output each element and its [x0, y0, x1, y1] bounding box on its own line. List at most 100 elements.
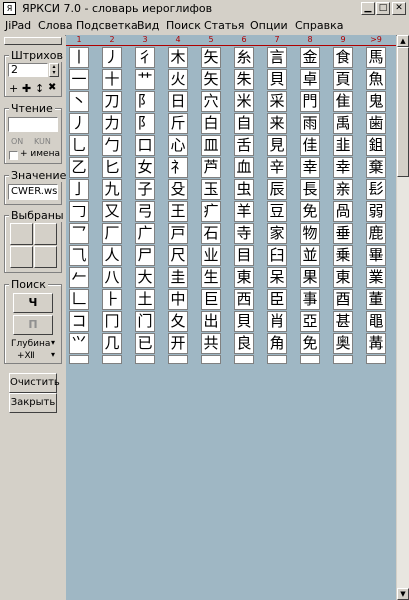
chosen-slot[interactable]	[34, 246, 57, 268]
stroke-count-header[interactable]: 1	[64, 35, 94, 45]
radical-cell[interactable]: 芦	[201, 157, 221, 178]
radical-cell[interactable]: 肖	[267, 311, 287, 332]
radical-cell[interactable]: 勹	[102, 135, 122, 156]
arrows-icon[interactable]: ↕	[35, 82, 44, 95]
minimize-button[interactable]: ▁	[361, 2, 375, 15]
depth-symbol-dropdown-icon[interactable]: ▾	[51, 350, 55, 359]
radical-cell[interactable]: 厂	[102, 223, 122, 244]
radical-cell[interactable]: 大	[135, 267, 155, 288]
radical-cell[interactable]: 斤	[168, 113, 188, 134]
radical-cell[interactable]: 采	[267, 91, 287, 112]
radical-cell[interactable]: 𠂉	[69, 267, 89, 288]
radical-cell[interactable]: 尸	[135, 245, 155, 266]
radical-cell[interactable]: 乚	[69, 135, 89, 156]
radical-cell[interactable]: 門	[300, 91, 320, 112]
radical-cell[interactable]: 玉	[201, 179, 221, 200]
radical-cell[interactable]: 物	[300, 223, 320, 244]
radical-cell[interactable]: 丨	[69, 47, 89, 68]
radical-cell[interactable]: 心	[168, 135, 188, 156]
radical-cell[interactable]: 良	[234, 333, 254, 354]
radical-cell[interactable]: 阝	[135, 91, 155, 112]
menu-highlight[interactable]: Подсветка	[75, 19, 139, 32]
radical-cell[interactable]: 免	[300, 201, 320, 222]
radical-cell[interactable]: 辰	[267, 179, 287, 200]
menu-jipad[interactable]: JiPad	[4, 19, 32, 32]
radical-cell[interactable]: 丿	[102, 47, 122, 68]
radical-cell[interactable]: 日	[168, 91, 188, 112]
radical-cell[interactable]: 石	[201, 223, 221, 244]
meaning-input[interactable]: CWER.ws	[8, 184, 58, 200]
cross-plus-icon[interactable]: ✚	[22, 82, 31, 95]
radical-cell[interactable]: 白	[201, 113, 221, 134]
chosen-slot[interactable]	[10, 223, 33, 245]
radical-cell[interactable]: 彳	[135, 47, 155, 68]
radical-cell[interactable]: 歯	[366, 113, 386, 134]
radical-cell[interactable]: 阝	[135, 113, 155, 134]
radical-cell[interactable]: 乙	[69, 157, 89, 178]
radical-cell[interactable]: 臼	[267, 245, 287, 266]
menu-help[interactable]: Справка	[294, 19, 344, 32]
radical-cell[interactable]: 又	[102, 201, 122, 222]
radical-cell[interactable]: 貝	[267, 69, 287, 90]
maximize-button[interactable]: □	[376, 2, 390, 15]
stroke-count-header[interactable]: 5	[196, 35, 226, 45]
radical-cell[interactable]: 呆	[267, 267, 287, 288]
radical-cell[interactable]: 中	[168, 289, 188, 310]
radical-cell[interactable]: 土	[135, 289, 155, 310]
radical-cell[interactable]: 力	[102, 113, 122, 134]
kun-toggle[interactable]: KUN	[34, 137, 51, 146]
radical-cell[interactable]: 髟	[366, 179, 386, 200]
radical-cell[interactable]: 鹿	[366, 223, 386, 244]
radical-cell[interactable]: 羊	[234, 201, 254, 222]
radical-cell[interactable]: 貝	[234, 311, 254, 332]
strokes-input[interactable]: 2	[8, 63, 48, 77]
radical-cell-partial[interactable]	[300, 355, 320, 364]
radical-cell[interactable]: 几	[102, 333, 122, 354]
chosen-slot[interactable]	[34, 223, 57, 245]
radical-cell[interactable]: 尺	[168, 245, 188, 266]
radical-cell[interactable]: 𠃌	[69, 201, 89, 222]
radical-cell[interactable]: 禹	[333, 113, 353, 134]
stroke-count-header[interactable]: 8	[295, 35, 325, 45]
radical-cell[interactable]: 乛	[69, 223, 89, 244]
radical-cell[interactable]: 家	[267, 223, 287, 244]
radical-cell[interactable]: 長	[300, 179, 320, 200]
stroke-count-header[interactable]: 7	[262, 35, 292, 45]
radical-cell[interactable]: ⺊	[102, 289, 122, 310]
radical-cell[interactable]: 口	[135, 135, 155, 156]
radical-cell[interactable]: 鉏	[366, 135, 386, 156]
stroke-count-header[interactable]: >9	[361, 35, 391, 45]
radical-cell[interactable]: 矢	[201, 69, 221, 90]
menu-search[interactable]: Поиск	[165, 19, 202, 32]
radical-cell[interactable]: 殳	[168, 179, 188, 200]
reading-input[interactable]	[8, 117, 58, 132]
menu-options[interactable]: Опции	[249, 19, 289, 32]
close-button[interactable]: ✕	[392, 2, 406, 15]
radical-cell[interactable]: 自	[234, 113, 254, 134]
radical-cell[interactable]: 冂	[102, 311, 122, 332]
radical-cell[interactable]: 十	[102, 69, 122, 90]
radical-cell[interactable]: 卓	[300, 69, 320, 90]
radical-cell[interactable]: 目	[234, 245, 254, 266]
radical-cell[interactable]: 甚	[333, 311, 353, 332]
radical-cell[interactable]: 食	[333, 47, 353, 68]
strokes-spinner[interactable]: ▴ ▾	[49, 63, 59, 77]
radical-cell[interactable]: 𠃊	[69, 289, 89, 310]
radical-cell[interactable]: 子	[135, 179, 155, 200]
search-primary-button[interactable]: Ч	[13, 293, 53, 313]
radical-cell-partial[interactable]	[234, 355, 254, 364]
radical-cell[interactable]: 九	[102, 179, 122, 200]
radical-cell[interactable]: 穴	[201, 91, 221, 112]
radical-cell[interactable]: 艹	[135, 69, 155, 90]
radical-cell[interactable]: 戸	[168, 223, 188, 244]
radical-cell[interactable]: ⺄	[69, 245, 89, 266]
radical-cell[interactable]: 酉	[333, 289, 353, 310]
radical-cell[interactable]: 疒	[201, 201, 221, 222]
radical-cell[interactable]: 夂	[168, 311, 188, 332]
names-checkbox[interactable]	[9, 151, 18, 160]
radical-cell[interactable]: 人	[102, 245, 122, 266]
radical-cell[interactable]: 弱	[366, 201, 386, 222]
search-secondary-button[interactable]: П	[13, 315, 53, 335]
radical-cell[interactable]: 亅	[69, 179, 89, 200]
radical-cell[interactable]: 臣	[267, 289, 287, 310]
